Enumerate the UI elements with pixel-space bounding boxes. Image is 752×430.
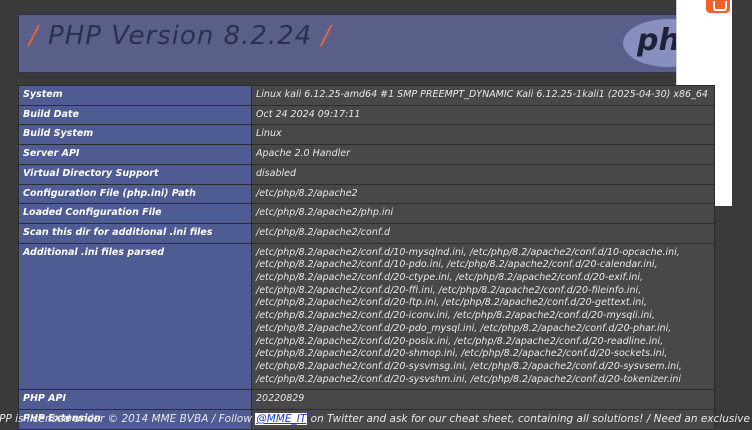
page-title: / PHP Version 8.2.24 / (29, 21, 331, 51)
table-row: Build Date Oct 24 2024 09:17:11 (18, 104, 715, 126)
row-value: disabled (251, 163, 715, 185)
row-value: Linux kali 6.12.25-amd64 #1 SMP PREEMPT_… (251, 85, 715, 106)
table-row: System Linux kali 6.12.25-amd64 #1 SMP PR… (18, 85, 715, 106)
table-row: Configuration File (php.ini) Path/etc/ph… (18, 183, 715, 205)
row-key: Loaded Configuration File (18, 203, 252, 224)
footer-license-text: APP is licensed under © 2014 MME BVBA / … (0, 413, 252, 425)
table-row: Loaded Configuration File/etc/php/8.2/ap… (18, 203, 715, 224)
footer-middle-text: on Twitter and ask for our cheat sheet, … (310, 413, 750, 425)
row-value: 20220829 (251, 389, 715, 411)
row-key: Additional .ini files parsed (18, 242, 252, 391)
row-value: Linux (251, 124, 715, 146)
row-value: Apache 2.0 Handler (251, 144, 715, 165)
table-row: Server API Apache 2.0 Handler (18, 144, 715, 165)
php-info-table: System Linux kali 6.12.25-amd64 #1 SMP PR… (18, 85, 715, 430)
php-version-banner: / PHP Version 8.2.24 / php (18, 14, 713, 73)
orange-notification-icon[interactable] (706, 0, 730, 13)
row-value: /etc/php/8.2/apache2/php.ini (251, 203, 715, 224)
row-key: Scan this dir for additional .ini files (18, 222, 252, 244)
row-key: System (18, 85, 252, 106)
php-version-text: PHP Version 8.2.24 (48, 21, 313, 51)
row-key: Build Date (18, 104, 252, 126)
footer-bar: APP is licensed under © 2014 MME BVBA / … (0, 412, 752, 426)
row-value: /etc/php/8.2/apache2/conf.d/10-mysqlnd.i… (251, 242, 715, 391)
table-row: Additional .ini files parsed/etc/php/8.2… (18, 242, 715, 391)
table-row: Virtual Directory Support disabled (18, 163, 715, 185)
row-key: Virtual Directory Support (18, 163, 252, 185)
row-value: Oct 24 2024 09:17:11 (251, 104, 715, 126)
twitter-handle-link[interactable]: @MME_IT (255, 413, 308, 425)
row-key: Build System (18, 124, 252, 146)
title-slash-right: / (321, 21, 332, 51)
row-key: Server API (18, 144, 252, 165)
row-key: Configuration File (php.ini) Path (18, 183, 252, 205)
row-value: /etc/php/8.2/apache2/conf.d (251, 222, 715, 244)
title-slash-left: / (29, 21, 39, 51)
row-value: /etc/php/8.2/apache2 (251, 183, 715, 205)
row-key: PHP API (18, 389, 252, 411)
table-row: Build System Linux (18, 124, 715, 146)
table-row: Scan this dir for additional .ini files /… (18, 222, 715, 244)
table-row: PHP API 20220829 (18, 389, 715, 411)
